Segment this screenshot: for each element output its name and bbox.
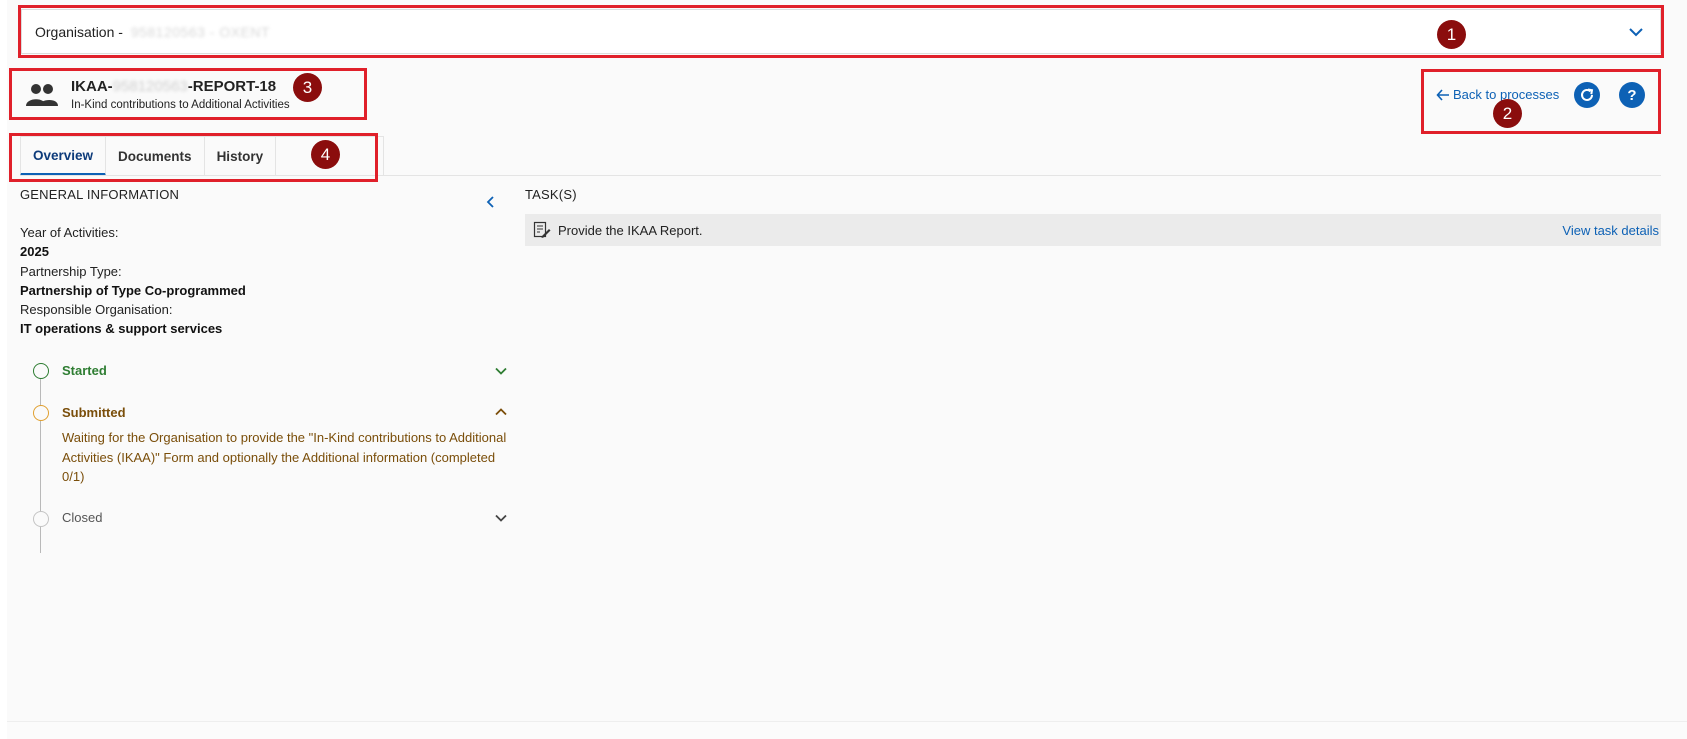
chevron-down-icon[interactable] <box>494 364 508 378</box>
general-information-fields: Year of Activities: 2025 Partnership Typ… <box>20 223 246 339</box>
timeline-dot-started <box>33 363 49 379</box>
chevron-left-icon[interactable] <box>484 195 498 209</box>
task-row: Provide the IKAA Report. View task detai… <box>525 214 1661 246</box>
chevron-up-icon[interactable] <box>494 405 508 419</box>
timeline-step-started[interactable]: Started <box>62 363 107 378</box>
responsible-organisation-label: Responsible Organisation: <box>20 302 173 318</box>
page-footer-strip <box>7 721 1687 739</box>
annotation-box-2 <box>1421 69 1661 134</box>
task-text: Provide the IKAA Report. <box>558 222 703 238</box>
partnership-type-label: Partnership Type: <box>20 263 122 279</box>
timeline-submitted-description: Waiting for the Organisation to provide … <box>62 430 507 484</box>
partnership-type-value: Partnership of Type Co-programmed <box>20 282 246 298</box>
timeline-step-closed[interactable]: Closed <box>62 510 102 525</box>
year-label: Year of Activities: <box>20 225 119 240</box>
view-task-details-link[interactable]: View task details <box>1562 223 1659 238</box>
annotation-badge-2: 2 <box>1493 99 1522 128</box>
general-information-title: GENERAL INFORMATION <box>20 187 180 202</box>
timeline-dot-closed <box>33 511 49 527</box>
annotation-badge-3: 3 <box>293 73 322 102</box>
responsible-organisation-value: IT operations & support services <box>20 321 223 337</box>
timeline-dot-submitted <box>33 405 49 421</box>
annotation-badge-1: 1 <box>1437 20 1466 49</box>
chevron-down-icon[interactable] <box>494 511 508 525</box>
tasks-title: TASK(S) <box>525 187 577 202</box>
timeline-step-submitted[interactable]: Submitted <box>62 405 126 420</box>
year-value: 2025 <box>20 244 49 260</box>
annotation-badge-4: 4 <box>311 140 340 169</box>
annotation-box-1 <box>18 5 1664 58</box>
edit-document-icon <box>533 221 551 238</box>
